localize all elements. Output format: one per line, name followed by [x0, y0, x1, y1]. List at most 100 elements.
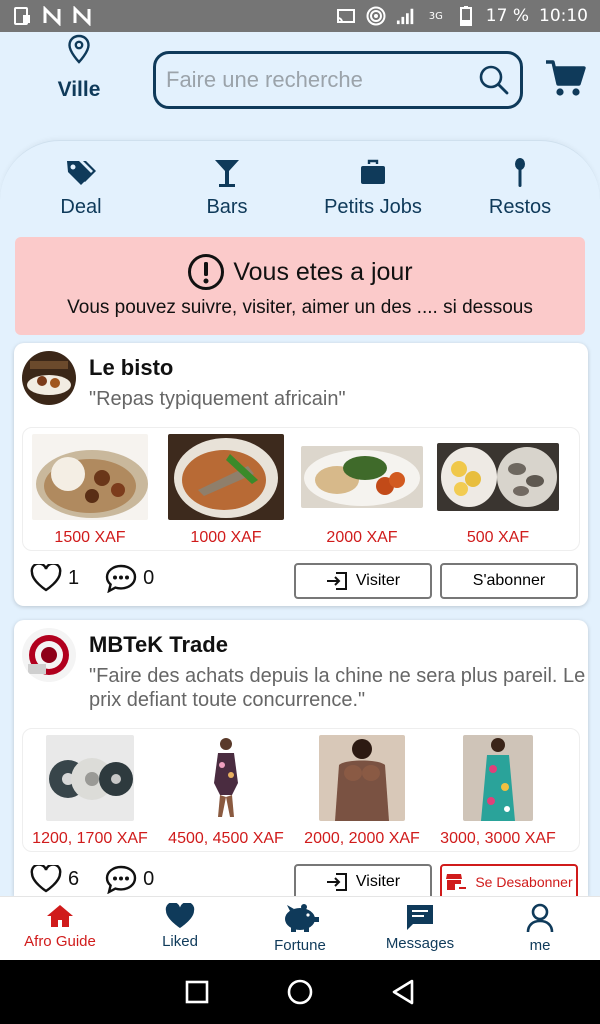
banner-title: Vous etes a jour: [233, 257, 413, 286]
nav-afro-guide[interactable]: Afro Guide: [0, 897, 120, 960]
login-icon: [326, 873, 347, 891]
nav-label: Liked: [162, 933, 198, 950]
heart-icon: [165, 903, 195, 928]
like-count: 6: [68, 867, 80, 890]
product-item[interactable]: 2000, 2000 XAF: [299, 735, 425, 848]
n-app-icon: [42, 6, 62, 26]
hotspot-icon: [366, 6, 386, 26]
shop-description: "Repas typiquement africain": [89, 388, 346, 410]
shop-description: "Faire des achats depuis la chine ne ser…: [89, 665, 586, 711]
product-item[interactable]: 2000 XAF: [299, 434, 425, 547]
shop-card[interactable]: MBTeK Trade "Faire des achats depuis la …: [14, 620, 588, 896]
store-remove-icon: [446, 874, 467, 890]
product-item[interactable]: 500 XAF: [435, 434, 561, 547]
category-label: Restos: [488, 196, 552, 218]
spoon-icon: [515, 158, 525, 187]
cast-icon: [336, 6, 356, 26]
network-3g-icon: 3G: [428, 10, 443, 22]
product-image: [196, 735, 256, 821]
visit-button[interactable]: Visiter: [294, 864, 432, 896]
notification-icon: [12, 6, 32, 26]
shop-stats: 1 0: [30, 563, 180, 593]
category-restos[interactable]: Restos: [486, 158, 554, 219]
location-selector[interactable]: Ville: [40, 34, 118, 102]
search-input[interactable]: [166, 67, 478, 93]
info-banner: Vous etes a jour Vous pouvez suivre, vis…: [15, 237, 585, 335]
alert-circle-icon: [188, 254, 225, 290]
comment-icon[interactable]: [105, 864, 137, 894]
unsubscribe-button[interactable]: Se Desabonner: [440, 864, 578, 896]
category-label: Petits Jobs: [324, 196, 422, 218]
banner-subtitle: Vous pouvez suivre, visiter, aimer un de…: [67, 297, 533, 318]
product-price: 1200, 1700 XAF: [32, 830, 148, 847]
product-item[interactable]: 4500, 4500 XAF: [163, 735, 289, 848]
signal-icon: [396, 6, 416, 26]
briefcase-icon: [361, 159, 385, 184]
product-image: [168, 434, 284, 520]
back-icon[interactable]: [390, 978, 416, 1006]
nav-label: Afro Guide: [24, 933, 96, 950]
category-label: Deal: [60, 196, 102, 218]
product-image: [463, 735, 533, 821]
recent-apps-icon[interactable]: [184, 979, 210, 1005]
nav-label: Messages: [385, 935, 455, 952]
product-price: 2000, 2000 XAF: [304, 830, 420, 847]
comment-icon[interactable]: [105, 563, 137, 593]
product-list: 1500 XAF 1000 XAF 2000 XAF 500 XAF: [22, 427, 580, 551]
product-price: 4500, 4500 XAF: [168, 830, 284, 847]
subscribe-button[interactable]: S'abonner: [440, 563, 578, 599]
tag-icon: [67, 161, 96, 185]
shop-card[interactable]: Le bisto "Repas typiquement africain" 15…: [14, 343, 588, 606]
login-icon: [326, 572, 347, 590]
home-button-icon[interactable]: [286, 978, 314, 1006]
comment-count: 0: [143, 867, 155, 890]
product-item[interactable]: 1200, 1700 XAF: [27, 735, 153, 848]
like-count: 1: [68, 566, 80, 589]
visit-label: Visiter: [355, 572, 401, 589]
location-label: Ville: [57, 78, 101, 101]
nav-fortune[interactable]: Fortune: [240, 897, 360, 960]
category-petits-jobs[interactable]: Petits Jobs: [318, 158, 428, 219]
category-deal[interactable]: Deal: [48, 158, 114, 219]
nav-me[interactable]: me: [480, 897, 600, 960]
nav-label: me: [529, 937, 551, 954]
piggy-bank-icon: [285, 904, 319, 932]
category-bars[interactable]: Bars: [195, 158, 259, 219]
unsubscribe-label: Se Desabonner: [475, 874, 573, 890]
avatar: [22, 351, 76, 405]
clock: 10:10: [539, 6, 588, 26]
product-item[interactable]: 1500 XAF: [27, 434, 153, 547]
shop-name[interactable]: MBTeK Trade: [89, 632, 228, 658]
battery-icon: [456, 6, 476, 26]
cart-icon[interactable]: [544, 58, 586, 98]
product-item[interactable]: 3000, 3000 XAF: [435, 735, 561, 848]
category-label: Bars: [206, 196, 248, 218]
status-bar: 3G 17 % 10:10: [0, 0, 600, 32]
location-pin-icon: [68, 34, 90, 64]
user-icon: [526, 903, 554, 933]
product-list: 1200, 1700 XAF 4500, 4500 XAF 2000, 2000…: [22, 728, 580, 852]
product-price: 3000, 3000 XAF: [440, 830, 556, 847]
battery-percent: 17 %: [485, 6, 529, 26]
product-price: 1000 XAF: [190, 529, 262, 546]
visit-button[interactable]: Visiter: [294, 563, 432, 599]
message-icon: [407, 905, 433, 930]
subscribe-label: S'abonner: [472, 572, 546, 589]
product-image: [46, 735, 134, 821]
product-price: 2000 XAF: [326, 529, 398, 546]
search-icon[interactable]: [478, 64, 510, 96]
product-item[interactable]: 1000 XAF: [163, 434, 289, 547]
product-image: [32, 434, 148, 520]
product-image: [319, 735, 405, 821]
nav-liked[interactable]: Liked: [120, 897, 240, 960]
bottom-navigation: Afro Guide Liked Fortune Messages me: [0, 896, 600, 960]
heart-outline-icon[interactable]: [30, 564, 62, 592]
nav-messages[interactable]: Messages: [360, 897, 480, 960]
heart-outline-icon[interactable]: [30, 865, 62, 893]
comment-count: 0: [143, 566, 155, 589]
search-bar[interactable]: [153, 51, 523, 109]
shop-name[interactable]: Le bisto: [89, 355, 173, 381]
n-app-icon: [72, 6, 92, 26]
nav-label: Fortune: [274, 937, 326, 954]
product-image: [437, 443, 559, 511]
